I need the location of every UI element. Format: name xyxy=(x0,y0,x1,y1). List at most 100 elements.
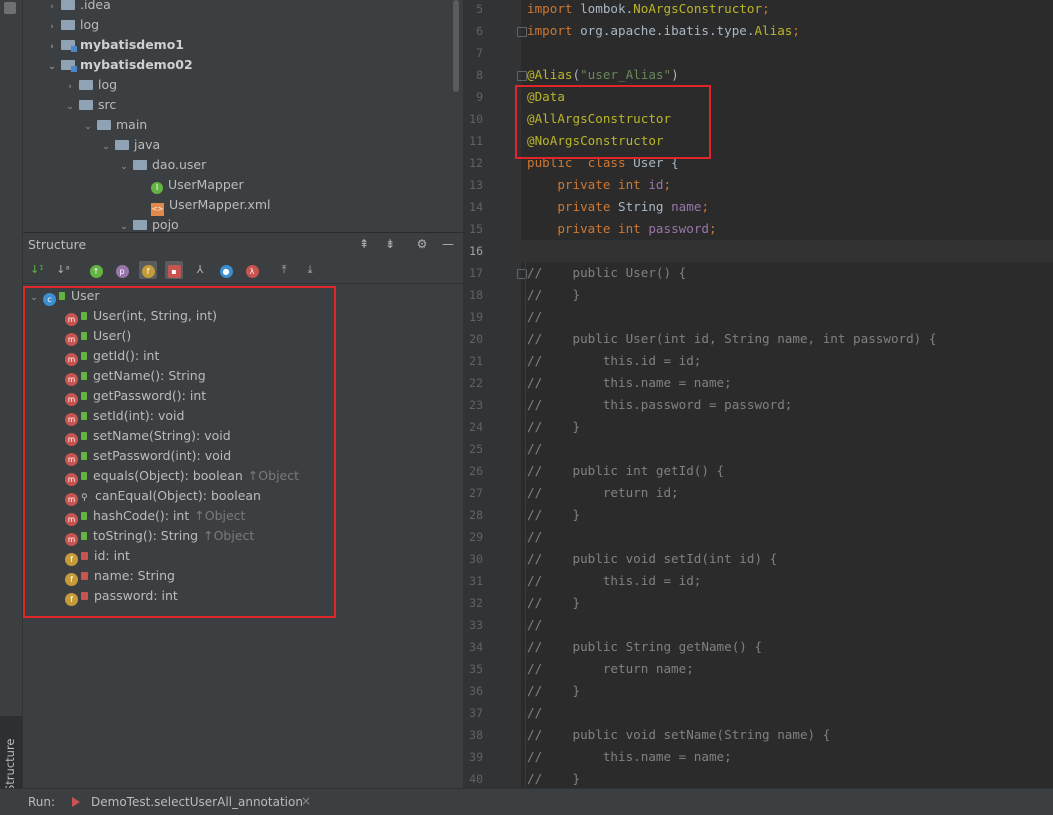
project-tree-label: mybatisdemo1 xyxy=(80,37,184,52)
autoscroll-to-source-icon[interactable]: ⤒ xyxy=(275,261,293,279)
show-inherited-icon[interactable]: ↑ xyxy=(87,261,105,279)
chevron-right-icon[interactable]: › xyxy=(65,77,75,97)
line-number: 24 xyxy=(469,420,483,434)
code-line: // return id; xyxy=(527,482,679,504)
code-line: // } xyxy=(527,680,580,702)
line-number: 31 xyxy=(469,574,483,588)
project-tree-item[interactable]: › mybatisdemo1 xyxy=(47,35,184,55)
project-tree-panel: › .idea › log › mybatisdemo1 ⌄ mybatisdemo02 › lo… xyxy=(23,0,463,232)
sort-alphabetically-icon[interactable]: ↓ᵃ xyxy=(54,261,72,279)
project-tree-label: main xyxy=(116,117,148,132)
code-token: ; xyxy=(792,23,800,38)
code-token: String xyxy=(618,199,672,214)
chevron-down-icon[interactable]: ⌄ xyxy=(119,157,129,177)
line-number: 14 xyxy=(469,200,483,214)
code-token: NoArgsConstructor xyxy=(633,1,763,16)
code-token: ) xyxy=(671,67,679,82)
code-token: ; xyxy=(762,1,770,16)
show-non-public-icon[interactable]: ▪ xyxy=(165,261,183,279)
line-number: 32 xyxy=(469,596,483,610)
project-tree-item[interactable]: ⌄ java xyxy=(101,135,160,155)
show-anonymous-icon[interactable]: ● xyxy=(217,261,235,279)
project-tool-icon[interactable] xyxy=(4,2,16,14)
highlight-box-structure xyxy=(23,286,336,618)
project-tree-label: log xyxy=(98,77,118,92)
project-tree-item[interactable]: ⌄ dao.user xyxy=(119,155,206,175)
code-token: private int xyxy=(557,177,649,192)
sort-by-visibility-icon[interactable]: ↓¹ xyxy=(28,261,46,279)
line-number: 6 xyxy=(476,24,483,38)
line-number: 30 xyxy=(469,552,483,566)
chevron-down-icon[interactable]: ⌄ xyxy=(119,217,129,232)
code-line: // xyxy=(527,306,542,328)
code-line: private int password; xyxy=(527,218,716,240)
code-line: // this.password = password; xyxy=(527,394,792,416)
code-line: private int id; xyxy=(527,174,671,196)
line-number: 36 xyxy=(469,684,483,698)
code-line: // this.id = id; xyxy=(527,350,701,372)
code-token: password xyxy=(648,221,710,236)
line-number: 17 xyxy=(469,266,483,280)
chevron-down-icon[interactable]: ⌄ xyxy=(83,117,93,137)
code-token: import xyxy=(527,1,581,16)
line-number: 15 xyxy=(469,222,483,236)
show-lambdas-tree-icon[interactable]: ⅄ xyxy=(191,261,209,279)
line-number: 10 xyxy=(469,112,483,126)
gear-icon[interactable]: ⚙ xyxy=(415,237,429,251)
project-tree-item[interactable]: ⌄ pojo xyxy=(119,215,178,232)
line-number: 7 xyxy=(476,46,483,60)
minimize-icon[interactable]: — xyxy=(441,237,455,251)
line-number: 29 xyxy=(469,530,483,544)
code-line: // this.name = name; xyxy=(527,372,732,394)
show-fields-icon[interactable]: f xyxy=(139,261,157,279)
project-tree-item[interactable]: ⌄ mybatisdemo02 xyxy=(47,55,193,75)
project-tree-item[interactable]: ⌄ main xyxy=(83,115,147,135)
code-line: // } xyxy=(527,504,580,526)
code-token: ( xyxy=(572,67,581,82)
folder-icon xyxy=(61,0,75,10)
code-token: // this.name = name; xyxy=(527,375,732,390)
code-token: // } xyxy=(527,771,581,786)
close-icon[interactable]: × xyxy=(301,794,311,808)
expand-all-icon[interactable]: ⇞ xyxy=(357,237,371,251)
line-number: 28 xyxy=(469,508,483,522)
project-tree-item[interactable]: › .idea xyxy=(47,0,111,15)
code-token: private xyxy=(557,199,619,214)
code-line: // return name; xyxy=(527,658,694,680)
code-line: // public User(int id, String name, int … xyxy=(527,328,936,350)
autoscroll-from-source-icon[interactable]: ⤓ xyxy=(301,261,319,279)
chevron-right-icon[interactable]: › xyxy=(47,17,57,37)
fold-marker-icon[interactable] xyxy=(517,71,527,81)
run-tab-label[interactable]: DemoTest.selectUserAll_annotation xyxy=(91,795,303,809)
show-lambdas-icon[interactable]: λ xyxy=(243,261,261,279)
code-token: @Alias xyxy=(527,67,573,82)
project-tree-item[interactable]: I UserMapper xyxy=(137,175,244,195)
line-number: 22 xyxy=(469,376,483,390)
line-number: 19 xyxy=(469,310,483,324)
chevron-down-icon[interactable]: ⌄ xyxy=(101,137,111,157)
line-number: 13 xyxy=(469,178,483,192)
module-folder-icon xyxy=(61,40,77,52)
code-token: // public User(int id, String name, int … xyxy=(527,331,937,346)
fold-marker-icon[interactable] xyxy=(517,27,527,37)
chevron-right-icon[interactable]: › xyxy=(47,37,57,57)
collapse-all-icon[interactable]: ⇟ xyxy=(383,237,397,251)
project-tree-item[interactable]: › log xyxy=(47,15,99,35)
chevron-down-icon[interactable]: ⌄ xyxy=(65,97,75,117)
project-tree-item[interactable]: ⌄ src xyxy=(65,95,116,115)
project-tree-scrollbar[interactable] xyxy=(453,0,459,92)
chevron-down-icon[interactable]: ⌄ xyxy=(47,57,57,77)
code-token: // xyxy=(527,309,543,324)
code-token: import xyxy=(527,23,581,38)
project-tree-item[interactable]: › log xyxy=(65,75,117,95)
code-token: // xyxy=(527,529,543,544)
project-tree-item[interactable]: <> UserMapper.xml xyxy=(137,195,271,216)
show-properties-icon[interactable]: p xyxy=(113,261,131,279)
project-tree-label: java xyxy=(134,137,161,152)
code-token: // public void setId(int id) { xyxy=(527,551,778,566)
code-token: "user_Alias" xyxy=(580,67,672,82)
line-number: 11 xyxy=(469,134,483,148)
line-number: 27 xyxy=(469,486,483,500)
line-number: 40 xyxy=(469,772,483,786)
